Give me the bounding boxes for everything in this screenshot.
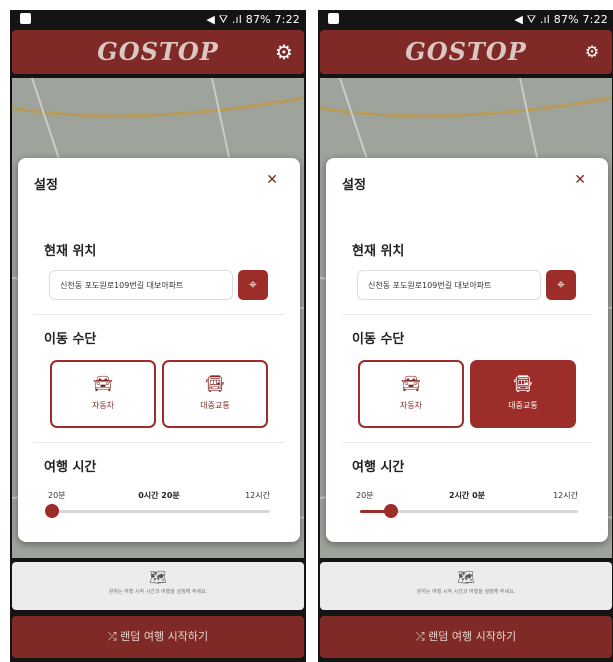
- status-text: ◀︎ ⛛ .ıl 87% 7:22: [206, 13, 300, 26]
- crosshair-icon: ⌖: [249, 277, 257, 293]
- info-text: 원하는 여행 시작 시간과 여행을 설정해 주세요.: [108, 589, 208, 595]
- settings-dialog: 설정 ✕ 현재 위치 신천동 포도원로109번길 대보아파트 ⌖ 이동 수단 🚘…: [18, 158, 300, 542]
- travel-time-value: 2시간 0분: [449, 491, 485, 500]
- location-field[interactable]: 신천동 포도원로109번길 대보아파트: [49, 270, 233, 300]
- transit-mode-button[interactable]: 🚍︎ 대중교통: [162, 360, 268, 428]
- crosshair-icon: ⌖: [557, 277, 565, 293]
- slider-max-label: 12시간: [553, 491, 578, 500]
- transport-section-title: 이동 수단: [352, 332, 405, 347]
- slider-max-label: 12시간: [245, 491, 270, 500]
- app-logo: GOSTOP: [97, 37, 219, 66]
- status-bar: ◀︎ ⛛ .ıl 87% 7:22: [318, 10, 613, 30]
- car-icon: 🚘︎: [92, 374, 114, 393]
- settings-dialog: 설정 ✕ 현재 위치 신천동 포도원로109번길 대보아파트 ⌖ 이동 수단 🚘…: [326, 158, 608, 542]
- dialog-title: 설정: [342, 178, 366, 193]
- slider-thumb[interactable]: [45, 504, 59, 518]
- transit-label: 대중교통: [200, 401, 230, 410]
- info-card: 🗺︎ 원하는 여행 시작 시간과 여행을 설정해 주세요.: [320, 562, 612, 610]
- bus-icon: 🚍︎: [512, 374, 534, 393]
- status-text: ◀︎ ⛛ .ıl 87% 7:22: [514, 13, 608, 26]
- info-card: 🗺︎ 원하는 여행 시작 시간과 여행을 설정해 주세요.: [12, 562, 304, 610]
- dialog-title: 설정: [34, 178, 58, 193]
- my-location-button[interactable]: ⌖: [546, 270, 576, 300]
- info-text: 원하는 여행 시작 시간과 여행을 설정해 주세요.: [416, 589, 516, 595]
- gear-icon[interactable]: ⚙: [582, 42, 602, 62]
- divider: [342, 314, 592, 315]
- divider: [34, 442, 284, 443]
- travel-section-title: 여행 시간: [44, 460, 97, 475]
- map-icon: 🗺︎: [149, 570, 167, 586]
- travel-time-value: 0시간 20분: [138, 491, 180, 500]
- transit-label: 대중교통: [508, 401, 538, 410]
- status-bar: ◀︎ ⛛ .ıl 87% 7:22: [10, 10, 306, 30]
- transit-mode-button[interactable]: 🚍︎ 대중교통: [470, 360, 576, 428]
- location-field[interactable]: 신천동 포도원로109번길 대보아파트: [357, 270, 541, 300]
- slider-thumb[interactable]: [383, 504, 398, 518]
- divider: [34, 314, 284, 315]
- start-random-trip-button[interactable]: ⤮ 랜덤 여행 시작하기: [12, 616, 304, 658]
- travel-time-slider[interactable]: [45, 504, 270, 518]
- start-random-trip-button[interactable]: ⤮ 랜덤 여행 시작하기: [320, 616, 612, 658]
- app-bar: GOSTOP ⚙: [12, 30, 304, 74]
- gallery-icon: [328, 13, 339, 24]
- car-label: 자동차: [91, 401, 115, 410]
- close-icon[interactable]: ✕: [574, 172, 586, 188]
- location-section-title: 현재 위치: [44, 244, 97, 259]
- travel-section-title: 여행 시간: [352, 460, 405, 475]
- bus-icon: 🚍︎: [204, 374, 226, 393]
- phone-screen-2: ◀︎ ⛛ .ıl 87% 7:22 GOSTOP ⚙ 설정 ✕ 현재 위치 신천…: [318, 10, 613, 662]
- phone-screen-1: ◀︎ ⛛ .ıl 87% 7:22 GOSTOP ⚙ 설정 ✕ 현재 위치 신천…: [10, 10, 306, 662]
- my-location-button[interactable]: ⌖: [238, 270, 268, 300]
- gallery-icon: [20, 13, 31, 24]
- app-logo: GOSTOP: [405, 37, 527, 66]
- map-icon: 🗺︎: [457, 570, 475, 586]
- travel-time-slider[interactable]: [360, 504, 578, 518]
- divider: [342, 442, 592, 443]
- transport-section-title: 이동 수단: [44, 332, 97, 347]
- car-label: 자동차: [399, 401, 423, 410]
- car-icon: 🚘︎: [400, 374, 422, 393]
- car-mode-button[interactable]: 🚘︎ 자동차: [50, 360, 156, 428]
- car-mode-button[interactable]: 🚘︎ 자동차: [358, 360, 464, 428]
- app-bar: GOSTOP ⚙: [320, 30, 612, 74]
- close-icon[interactable]: ✕: [266, 172, 278, 188]
- gear-icon[interactable]: ⚙: [274, 42, 294, 62]
- location-section-title: 현재 위치: [352, 244, 405, 259]
